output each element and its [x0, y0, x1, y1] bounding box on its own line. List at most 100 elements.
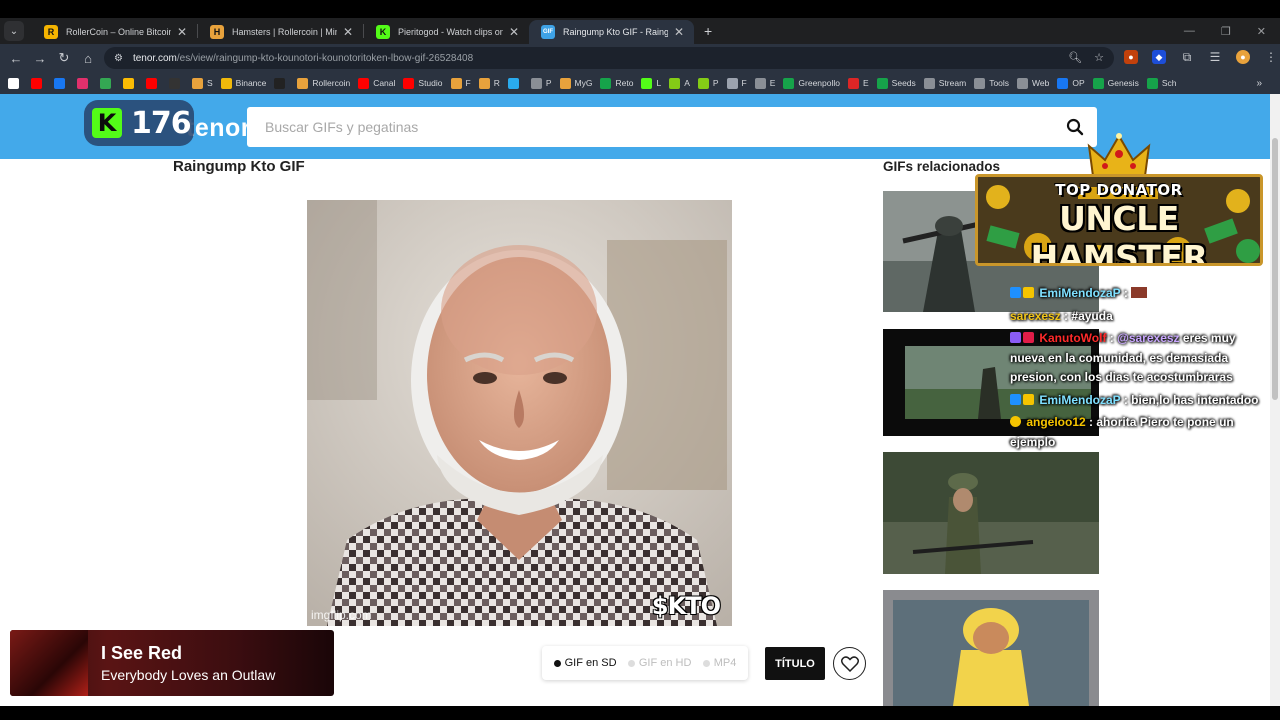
bookmark-item[interactable]: P: [697, 77, 719, 89]
bookmark-icon: [923, 77, 935, 89]
tab-close-icon[interactable]: ✕: [343, 25, 353, 39]
bookmark-item[interactable]: Binance: [220, 77, 266, 89]
format-gif-hd[interactable]: GIF en HD: [627, 657, 691, 669]
bookmark-item[interactable]: E: [754, 77, 775, 89]
bookmark-item[interactable]: L: [641, 77, 661, 89]
tab-close-icon[interactable]: ✕: [674, 25, 684, 39]
bookmark-item[interactable]: Greenpollo: [783, 77, 840, 89]
kick-favicon-icon: K: [376, 25, 390, 39]
top-donator-banner: TOP DONATOR UNCLE HAMSTER: [973, 132, 1265, 268]
titulo-button[interactable]: TÍTULO: [765, 647, 825, 680]
bookmark-item[interactable]: Studio: [403, 77, 443, 89]
window-close-icon[interactable]: ✕: [1257, 25, 1266, 38]
bookmark-item[interactable]: P: [530, 77, 552, 89]
puzzle-extensions-icon[interactable]: ⧉: [1180, 50, 1194, 64]
bookmark-item[interactable]: [8, 77, 23, 89]
gif-image[interactable]: imgflip.com $KTO: [307, 200, 732, 626]
bookmark-item[interactable]: Genesis: [1092, 77, 1139, 89]
tab-label: Raingump Kto GIF - Raingump: [563, 27, 668, 37]
bookmark-item[interactable]: Rollercoin: [297, 77, 350, 89]
bookmark-item[interactable]: Web: [1017, 77, 1049, 89]
bookmark-item[interactable]: Seeds: [876, 77, 916, 89]
bookmark-item[interactable]: Canal: [358, 77, 395, 89]
bookmark-label: R: [493, 78, 500, 88]
chat-text: #ayuda: [1071, 308, 1113, 323]
bookmark-item[interactable]: Tools: [974, 77, 1009, 89]
bookmark-icon: [8, 77, 19, 89]
related-gif-3[interactable]: [883, 452, 1099, 574]
chat-username: EmiMendozaP: [1039, 392, 1121, 407]
bookmark-item[interactable]: A: [669, 77, 690, 89]
tab-close-icon[interactable]: ✕: [509, 25, 519, 39]
tab-search-icon[interactable]: ⌄: [4, 21, 24, 41]
old-man-smiling-image: [307, 200, 732, 626]
viewer-count-badge: K 176: [84, 100, 194, 146]
bookmark-icon: [507, 77, 519, 89]
tab-hamsters[interactable]: H Hamsters | Rollercoin | Minar y ✕: [198, 20, 363, 44]
bookmark-item[interactable]: Sch: [1146, 77, 1176, 89]
fox-extension-icon[interactable]: ●: [1124, 50, 1138, 64]
bookmark-icon: [1057, 77, 1069, 89]
bookmark-item[interactable]: [54, 77, 69, 89]
song-title: I See Red: [101, 643, 183, 663]
bookmark-item[interactable]: S: [192, 77, 213, 89]
address-bar[interactable]: ⚙ tenor.com/es/view/raingump-kto-kounoto…: [104, 47, 1114, 69]
search-input[interactable]: [265, 119, 1025, 135]
badge-icon: [1010, 332, 1021, 343]
tab-label: Pieritogod - Watch clips on Kick: [398, 27, 503, 37]
menu-kebab-icon[interactable]: ⋮: [1264, 50, 1278, 64]
related-gif-4[interactable]: [883, 590, 1099, 706]
bookmark-item[interactable]: [507, 77, 523, 89]
new-tab-icon[interactable]: +: [704, 23, 712, 39]
chat-sep: :: [1085, 415, 1097, 429]
bookmark-item[interactable]: [31, 77, 46, 89]
bookmark-item[interactable]: F: [450, 77, 471, 89]
bookmark-item[interactable]: [274, 77, 289, 89]
top-letterbox: [0, 0, 1280, 18]
zoom-icon[interactable]: 🔍︎: [1068, 51, 1082, 64]
restore-icon[interactable]: ❐: [1221, 25, 1231, 38]
tab-kick[interactable]: K Pieritogod - Watch clips on Kick ✕: [364, 20, 529, 44]
bookmark-star-icon[interactable]: ☆: [1094, 51, 1104, 64]
search-box[interactable]: [247, 107, 1097, 147]
site-info-icon[interactable]: ⚙: [114, 53, 123, 64]
chat-username: angeloo12: [1026, 415, 1086, 429]
bookmark-item[interactable]: Stream: [923, 77, 966, 89]
gif-watermark: imgflip.com: [311, 608, 372, 622]
home-icon[interactable]: ⌂: [76, 51, 100, 66]
bookmark-item[interactable]: [169, 77, 184, 89]
tenor-logo[interactable]: tenor: [186, 114, 251, 143]
bookmark-icon: [1092, 77, 1104, 89]
bookmark-item[interactable]: [100, 77, 115, 89]
bookmark-item[interactable]: Reto: [600, 77, 633, 89]
bookmark-item[interactable]: [146, 77, 161, 89]
media-icon[interactable]: ☰: [1208, 50, 1222, 64]
bookmark-item[interactable]: F: [726, 77, 747, 89]
reload-icon[interactable]: ↻: [52, 50, 76, 66]
page-scrollbar[interactable]: [1270, 94, 1280, 706]
more-bookmarks-icon[interactable]: »: [1256, 78, 1262, 89]
minimize-icon[interactable]: —: [1184, 25, 1195, 38]
bookmark-item[interactable]: [123, 77, 138, 89]
tab-close-icon[interactable]: ✕: [177, 25, 187, 39]
bookmark-item[interactable]: E: [848, 77, 869, 89]
heart-icon: [840, 655, 859, 672]
shield-extension-icon[interactable]: ◆: [1152, 50, 1166, 64]
bookmark-icon: [220, 77, 232, 89]
donator-panel: TOP DONATOR UNCLE HAMSTER: [975, 174, 1263, 266]
bookmark-item[interactable]: OP: [1057, 77, 1085, 89]
tab-rollercoin[interactable]: R RollerCoin – Online Bitcoin Mining Sim…: [32, 20, 197, 44]
forward-icon[interactable]: →: [28, 51, 52, 66]
bookmark-item[interactable]: [77, 77, 92, 89]
chat-sep: :: [1120, 392, 1132, 407]
back-icon[interactable]: ←: [4, 51, 28, 66]
format-mp4[interactable]: MP4: [702, 657, 736, 669]
bookmark-item[interactable]: MyG: [559, 77, 592, 89]
badge-icon: [1023, 287, 1034, 298]
tab-tenor-active[interactable]: GIF Raingump Kto GIF - Raingump ✕: [529, 20, 694, 44]
bookmark-item[interactable]: R: [478, 77, 500, 89]
profile-avatar-icon[interactable]: ●: [1236, 50, 1250, 64]
scroll-thumb[interactable]: [1272, 138, 1278, 400]
format-gif-sd[interactable]: GIF en SD: [553, 657, 617, 669]
favorite-button[interactable]: [833, 647, 866, 680]
